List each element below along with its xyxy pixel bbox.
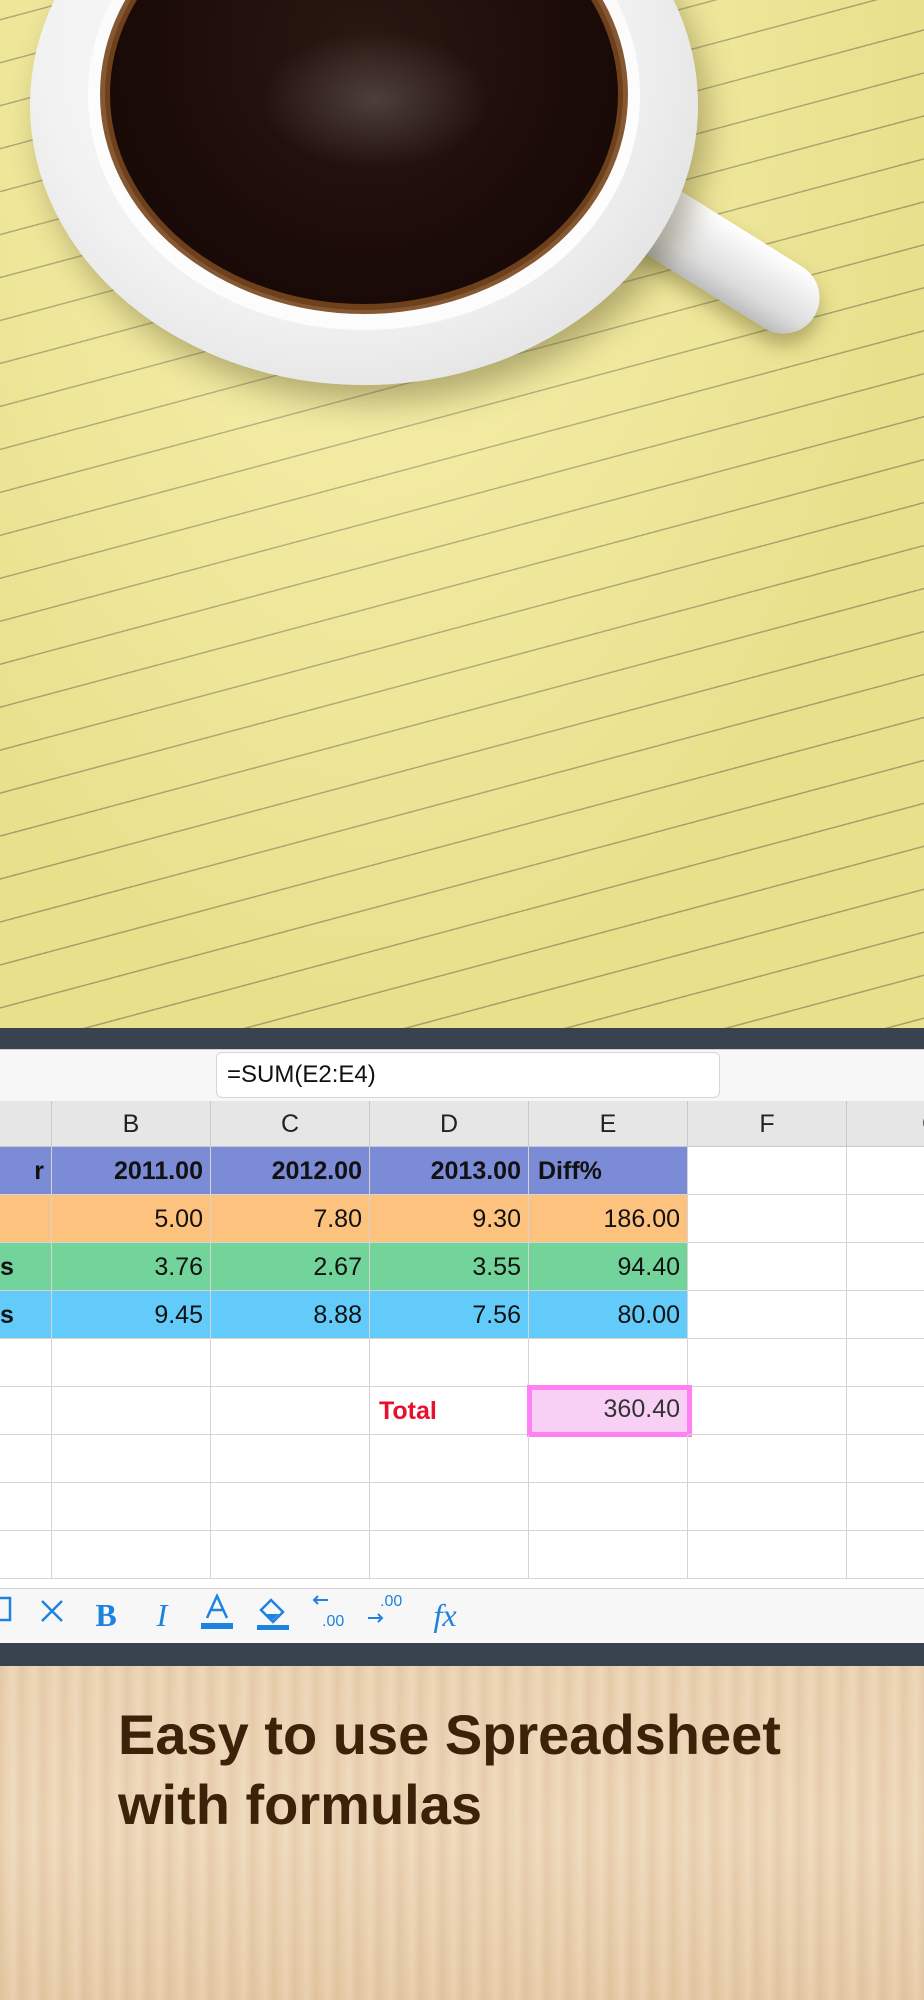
increase-decimal-icon[interactable]: .00 xyxy=(363,1592,407,1638)
table-cell[interactable] xyxy=(688,1531,847,1579)
table-cell[interactable] xyxy=(529,1435,688,1483)
table-cell[interactable] xyxy=(847,1291,924,1339)
table-cell[interactable] xyxy=(211,1387,370,1435)
table-cell[interactable] xyxy=(688,1243,847,1291)
table-cell[interactable]: 80.00 xyxy=(529,1291,688,1339)
table-cell[interactable] xyxy=(688,1387,847,1435)
table-cell[interactable]: 186.00 xyxy=(529,1195,688,1243)
table-cell[interactable] xyxy=(847,1435,924,1483)
table-cell[interactable] xyxy=(52,1435,211,1483)
table-cell[interactable] xyxy=(688,1339,847,1387)
table-cell[interactable] xyxy=(847,1147,924,1195)
table-cell[interactable] xyxy=(0,1387,52,1435)
column-header-b[interactable]: B xyxy=(52,1101,211,1147)
table-cell[interactable]: 2013.00 xyxy=(370,1147,529,1195)
table-cell[interactable] xyxy=(52,1387,211,1435)
column-header-d[interactable]: D xyxy=(370,1101,529,1147)
coffee-shine xyxy=(260,30,490,170)
table-cell[interactable]: s xyxy=(0,1291,52,1339)
column-header-f[interactable]: F xyxy=(688,1101,847,1147)
promo-caption: Easy to use Spreadsheet with formulas xyxy=(118,1700,898,1840)
table-cell[interactable]: 9.45 xyxy=(52,1291,211,1339)
table-cell[interactable]: 2011.00 xyxy=(52,1147,211,1195)
selected-cell-total[interactable]: 360.40 xyxy=(527,1385,692,1437)
svg-text:.00: .00 xyxy=(380,1593,402,1610)
notepad-background xyxy=(0,0,924,1028)
table-cell[interactable]: 5.00 xyxy=(52,1195,211,1243)
table-cell[interactable] xyxy=(0,1195,52,1243)
table-cell[interactable] xyxy=(370,1483,529,1531)
table-cell[interactable]: 7.56 xyxy=(370,1291,529,1339)
table-cell[interactable] xyxy=(847,1531,924,1579)
formula-input[interactable]: =SUM(E2:E4) xyxy=(216,1052,720,1098)
table-cell[interactable] xyxy=(847,1195,924,1243)
table-cell[interactable] xyxy=(211,1483,370,1531)
table-cell[interactable]: r xyxy=(0,1147,52,1195)
table-cell[interactable] xyxy=(847,1483,924,1531)
table-cell[interactable] xyxy=(847,1339,924,1387)
table-cell[interactable]: 7.80 xyxy=(211,1195,370,1243)
bold-icon[interactable]: B xyxy=(86,1592,126,1638)
table-cell[interactable] xyxy=(688,1147,847,1195)
table-cell[interactable] xyxy=(211,1531,370,1579)
table-cell[interactable] xyxy=(370,1435,529,1483)
table-cell[interactable] xyxy=(211,1339,370,1387)
table-cell[interactable] xyxy=(52,1531,211,1579)
table-cell[interactable]: 9.30 xyxy=(370,1195,529,1243)
table-cell[interactable] xyxy=(688,1483,847,1531)
spreadsheet-grid[interactable]: B C D E F G r 2011.00 2012.00 2013.00 Di… xyxy=(0,1101,924,1588)
clear-icon[interactable] xyxy=(32,1592,72,1638)
table-cell[interactable] xyxy=(0,1483,52,1531)
table-cell[interactable] xyxy=(370,1339,529,1387)
table-cell[interactable]: Diff% xyxy=(529,1147,688,1195)
table-cell[interactable]: 3.55 xyxy=(370,1243,529,1291)
function-icon[interactable]: fx xyxy=(420,1592,470,1638)
table-cell[interactable]: 2012.00 xyxy=(211,1147,370,1195)
italic-icon[interactable]: I xyxy=(142,1592,182,1638)
table-cell[interactable]: 2.67 xyxy=(211,1243,370,1291)
table-cell[interactable] xyxy=(0,1531,52,1579)
decrease-decimal-icon[interactable]: .00 xyxy=(307,1592,351,1638)
caption-line-1: Easy to use Spreadsheet xyxy=(118,1703,781,1766)
table-cell[interactable] xyxy=(52,1483,211,1531)
table-cell[interactable] xyxy=(211,1435,370,1483)
table-cell[interactable] xyxy=(847,1243,924,1291)
table-cell[interactable] xyxy=(688,1291,847,1339)
table-cell[interactable] xyxy=(529,1339,688,1387)
table-cell[interactable]: 94.40 xyxy=(529,1243,688,1291)
caption-line-2: with formulas xyxy=(118,1773,483,1836)
svg-text:.00: .00 xyxy=(322,1613,344,1630)
table-cell[interactable]: 8.88 xyxy=(211,1291,370,1339)
table-cell[interactable] xyxy=(529,1531,688,1579)
table-cell[interactable] xyxy=(370,1531,529,1579)
table-cell[interactable]: 3.76 xyxy=(52,1243,211,1291)
column-header-g[interactable]: G xyxy=(847,1101,924,1147)
table-cell[interactable] xyxy=(52,1339,211,1387)
text-color-icon[interactable] xyxy=(197,1592,237,1638)
table-cell[interactable] xyxy=(0,1339,52,1387)
table-cell[interactable] xyxy=(688,1435,847,1483)
table-cell[interactable] xyxy=(688,1195,847,1243)
table-cell[interactable]: s xyxy=(0,1243,52,1291)
table-cell[interactable] xyxy=(847,1387,924,1435)
column-header-e[interactable]: E xyxy=(529,1101,688,1147)
table-cell[interactable] xyxy=(529,1483,688,1531)
fill-color-icon[interactable] xyxy=(253,1592,293,1638)
table-cell[interactable] xyxy=(0,1435,52,1483)
column-header-c[interactable]: C xyxy=(211,1101,370,1147)
total-label[interactable]: Total xyxy=(370,1387,529,1435)
copy-icon[interactable] xyxy=(0,1592,18,1638)
column-header-a[interactable] xyxy=(0,1101,52,1147)
